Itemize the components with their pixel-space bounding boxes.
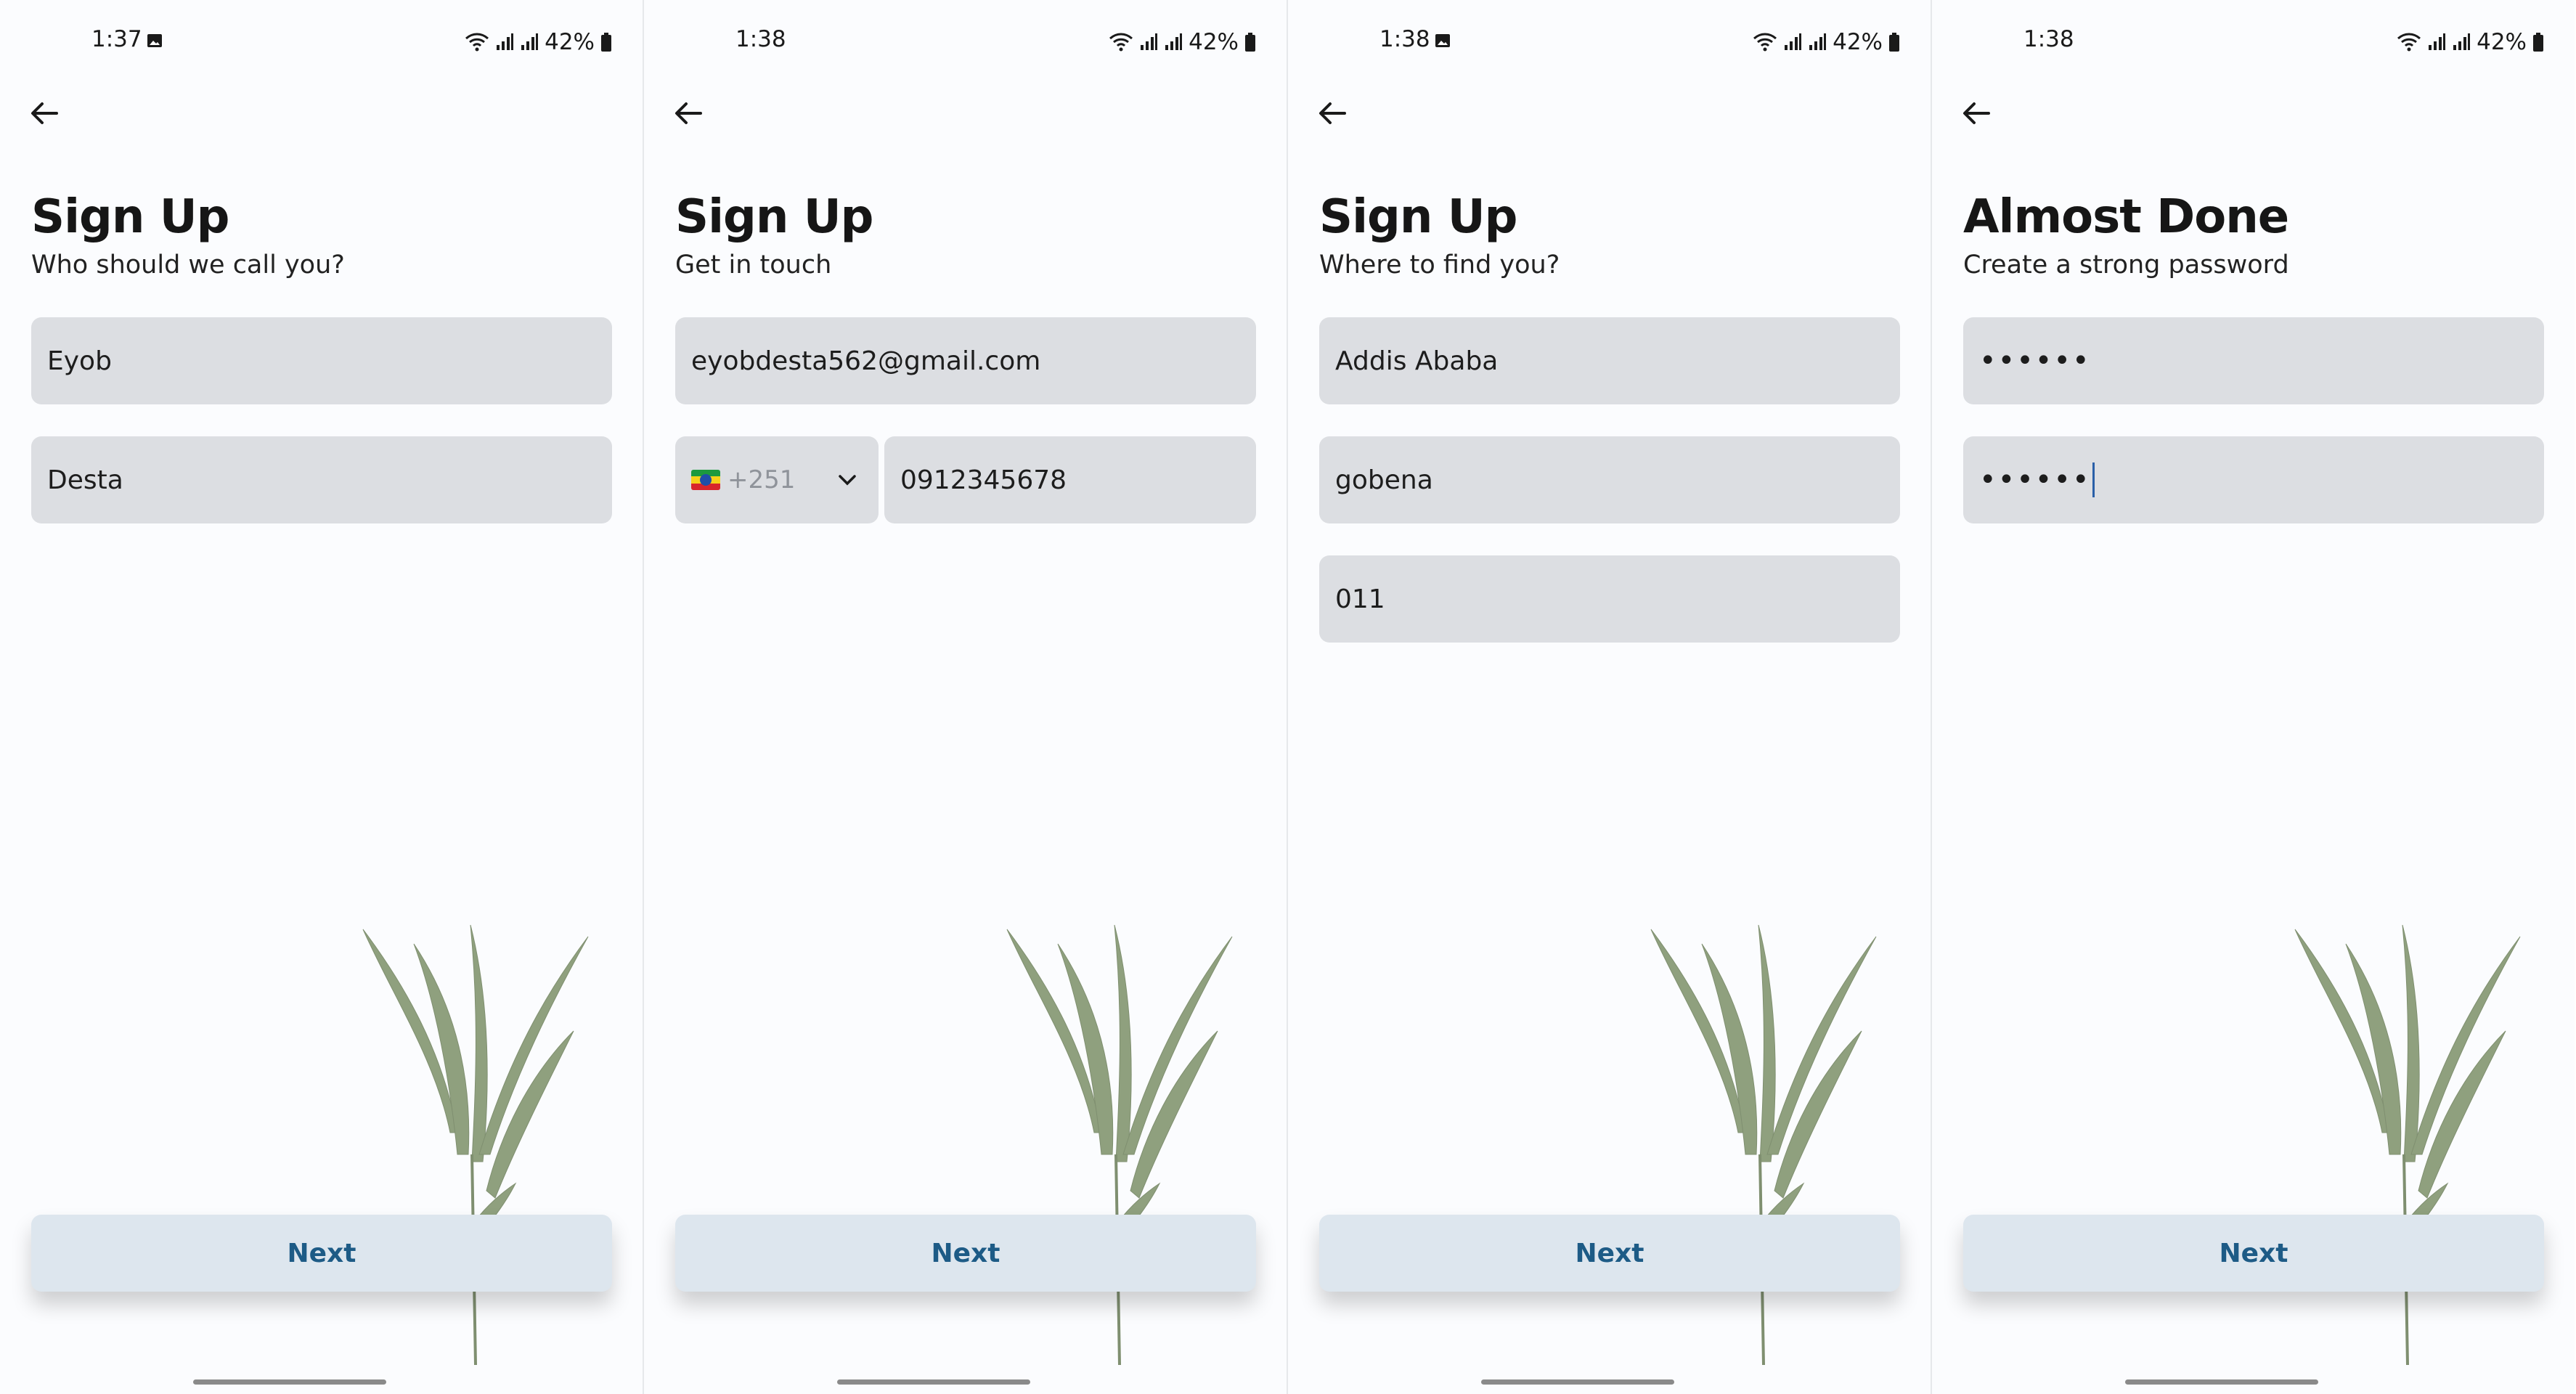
gallery-icon [1435, 34, 1450, 47]
battery-icon [1889, 33, 1899, 52]
status-right: 42% [2397, 26, 2544, 58]
screen-name-step: 1:37 42% Sign Up Who should we call you?… [0, 0, 643, 1394]
battery-icon [2533, 33, 2543, 52]
status-right: 42% [1109, 26, 1256, 58]
status-time: 1:38 [735, 26, 786, 52]
text-caret [2092, 462, 2095, 497]
signal-icon [1809, 33, 1827, 50]
back-button[interactable] [26, 94, 64, 132]
home-indicator [193, 1379, 386, 1385]
country-code-value: +251 [727, 465, 796, 494]
wifi-icon [2397, 33, 2421, 52]
status-time: 1:38 [2023, 26, 2074, 52]
status-time: 1:37 [91, 26, 142, 52]
signal-icon [521, 33, 539, 50]
chevron-down-icon [839, 475, 856, 486]
screen-contact-step: 1:38 42% Sign Up Get in touch eyobdesta5… [644, 0, 1287, 1394]
page-subtitle: Get in touch [675, 250, 832, 280]
battery-icon [601, 33, 611, 52]
area-field[interactable]: gobena [1319, 436, 1900, 523]
battery-percent: 42% [2477, 29, 2527, 55]
wifi-icon [465, 33, 489, 52]
page-title: Almost Done [1963, 190, 2289, 244]
signal-icon [2429, 33, 2446, 50]
wifi-icon [1753, 33, 1777, 52]
signal-icon [1785, 33, 1802, 50]
house-number-field[interactable]: 011 [1319, 555, 1900, 643]
back-arrow-icon [675, 102, 702, 124]
confirm-password-field[interactable]: •••••• [1963, 436, 2544, 523]
first-name-field[interactable]: Eyob [31, 317, 612, 404]
gallery-icon [147, 34, 162, 47]
back-button[interactable] [1314, 94, 1352, 132]
status-right: 42% [1753, 26, 1900, 58]
next-button[interactable]: Next [1963, 1215, 2544, 1292]
plant-illustration [362, 924, 589, 1365]
battery-percent: 42% [1189, 29, 1239, 55]
page-subtitle: Create a strong password [1963, 250, 2289, 280]
back-arrow-icon [1963, 102, 1990, 124]
back-arrow-icon [31, 102, 58, 124]
plant-illustration [1006, 924, 1233, 1365]
last-name-field[interactable]: Desta [31, 436, 612, 523]
page-title: Sign Up [1319, 190, 1517, 244]
signal-icon [1141, 33, 1158, 50]
password-value: •••••• [1979, 344, 2091, 378]
status-time: 1:38 [1379, 26, 1430, 52]
screen-address-step: 1:38 42% Sign Up Where to find you? Addi… [1288, 0, 1931, 1394]
wifi-icon [1109, 33, 1133, 52]
back-button[interactable] [1958, 94, 1996, 132]
back-button[interactable] [670, 94, 708, 132]
status-bar: 1:38 42% [1932, 26, 2575, 58]
email-field[interactable]: eyobdesta562@gmail.com [675, 317, 1256, 404]
battery-percent: 42% [545, 29, 595, 55]
ethiopia-flag-icon [691, 470, 720, 490]
status-bar: 1:38 42% [1288, 26, 1931, 58]
phone-number-field[interactable]: 0912345678 [884, 436, 1256, 523]
status-bar: 1:37 42% [0, 26, 643, 58]
password-field[interactable]: •••••• [1963, 317, 2544, 404]
screens-row: 1:37 42% Sign Up Who should we call you?… [0, 0, 2576, 1394]
next-button[interactable]: Next [31, 1215, 612, 1292]
home-indicator [1481, 1379, 1674, 1385]
next-button[interactable]: Next [1319, 1215, 1900, 1292]
back-arrow-icon [1319, 102, 1346, 124]
signal-icon [1165, 33, 1183, 50]
home-indicator [2125, 1379, 2318, 1385]
next-button[interactable]: Next [675, 1215, 1256, 1292]
page-subtitle: Who should we call you? [31, 250, 345, 280]
battery-percent: 42% [1833, 29, 1883, 55]
page-title: Sign Up [675, 190, 873, 244]
page-subtitle: Where to find you? [1319, 250, 1560, 280]
signal-icon [2453, 33, 2471, 50]
plant-illustration [1650, 924, 1877, 1365]
status-right: 42% [465, 26, 612, 58]
battery-icon [1245, 33, 1255, 52]
city-field[interactable]: Addis Ababa [1319, 317, 1900, 404]
screen-password-step: 1:38 42% Almost Done Create a strong pas… [1932, 0, 2575, 1394]
country-code-select[interactable]: +251 [675, 436, 879, 523]
status-bar: 1:38 42% [644, 26, 1287, 58]
page-title: Sign Up [31, 190, 229, 244]
confirm-password-value: •••••• [1979, 463, 2091, 497]
home-indicator [837, 1379, 1030, 1385]
signal-icon [497, 33, 514, 50]
plant-illustration [2294, 924, 2521, 1365]
